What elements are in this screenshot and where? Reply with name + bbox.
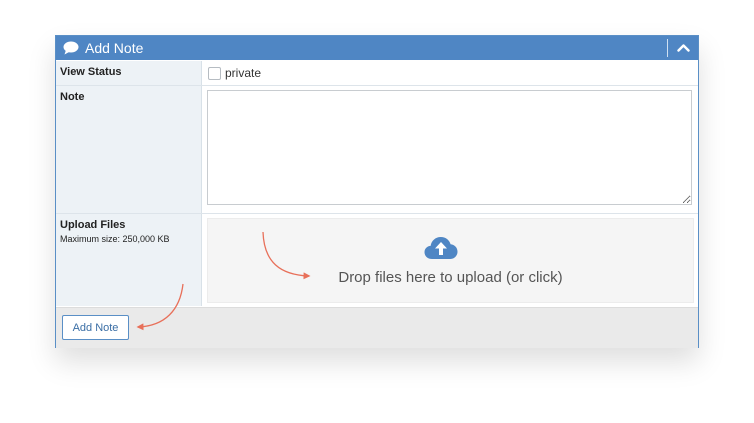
upload-label-cell: Upload Files Maximum size: 250,000 KB [56, 214, 202, 306]
view-status-value: private [203, 61, 698, 85]
file-dropzone[interactable]: Drop files here to upload (or click) [207, 218, 694, 303]
add-note-panel: Add Note View Status private Note Upload… [55, 35, 699, 348]
panel-header: Add Note [56, 36, 698, 60]
cloud-upload-icon [424, 237, 458, 259]
private-checkbox[interactable] [208, 67, 221, 80]
view-status-label: View Status [56, 61, 202, 85]
private-checkbox-label[interactable]: private [225, 66, 261, 80]
upload-value: Drop files here to upload (or click) [203, 214, 698, 306]
collapse-button[interactable] [669, 36, 698, 60]
note-row: Note [56, 86, 698, 214]
upload-files-label: Upload Files [60, 219, 126, 231]
note-label: Note [56, 86, 202, 213]
max-size-note: Maximum size: 250,000 KB [60, 234, 170, 244]
chevron-up-icon [677, 44, 690, 52]
view-status-row: View Status private [56, 61, 698, 86]
note-value [203, 86, 698, 213]
panel-title: Add Note [85, 40, 144, 56]
dropzone-text: Drop files here to upload (or click) [338, 269, 563, 286]
header-divider [667, 39, 668, 57]
add-note-button[interactable]: Add Note [62, 315, 129, 340]
upload-row: Upload Files Maximum size: 250,000 KB Dr… [56, 214, 698, 306]
speech-bubble-icon [63, 41, 79, 55]
note-textarea[interactable] [207, 90, 692, 205]
panel-footer: Add Note [56, 307, 698, 348]
